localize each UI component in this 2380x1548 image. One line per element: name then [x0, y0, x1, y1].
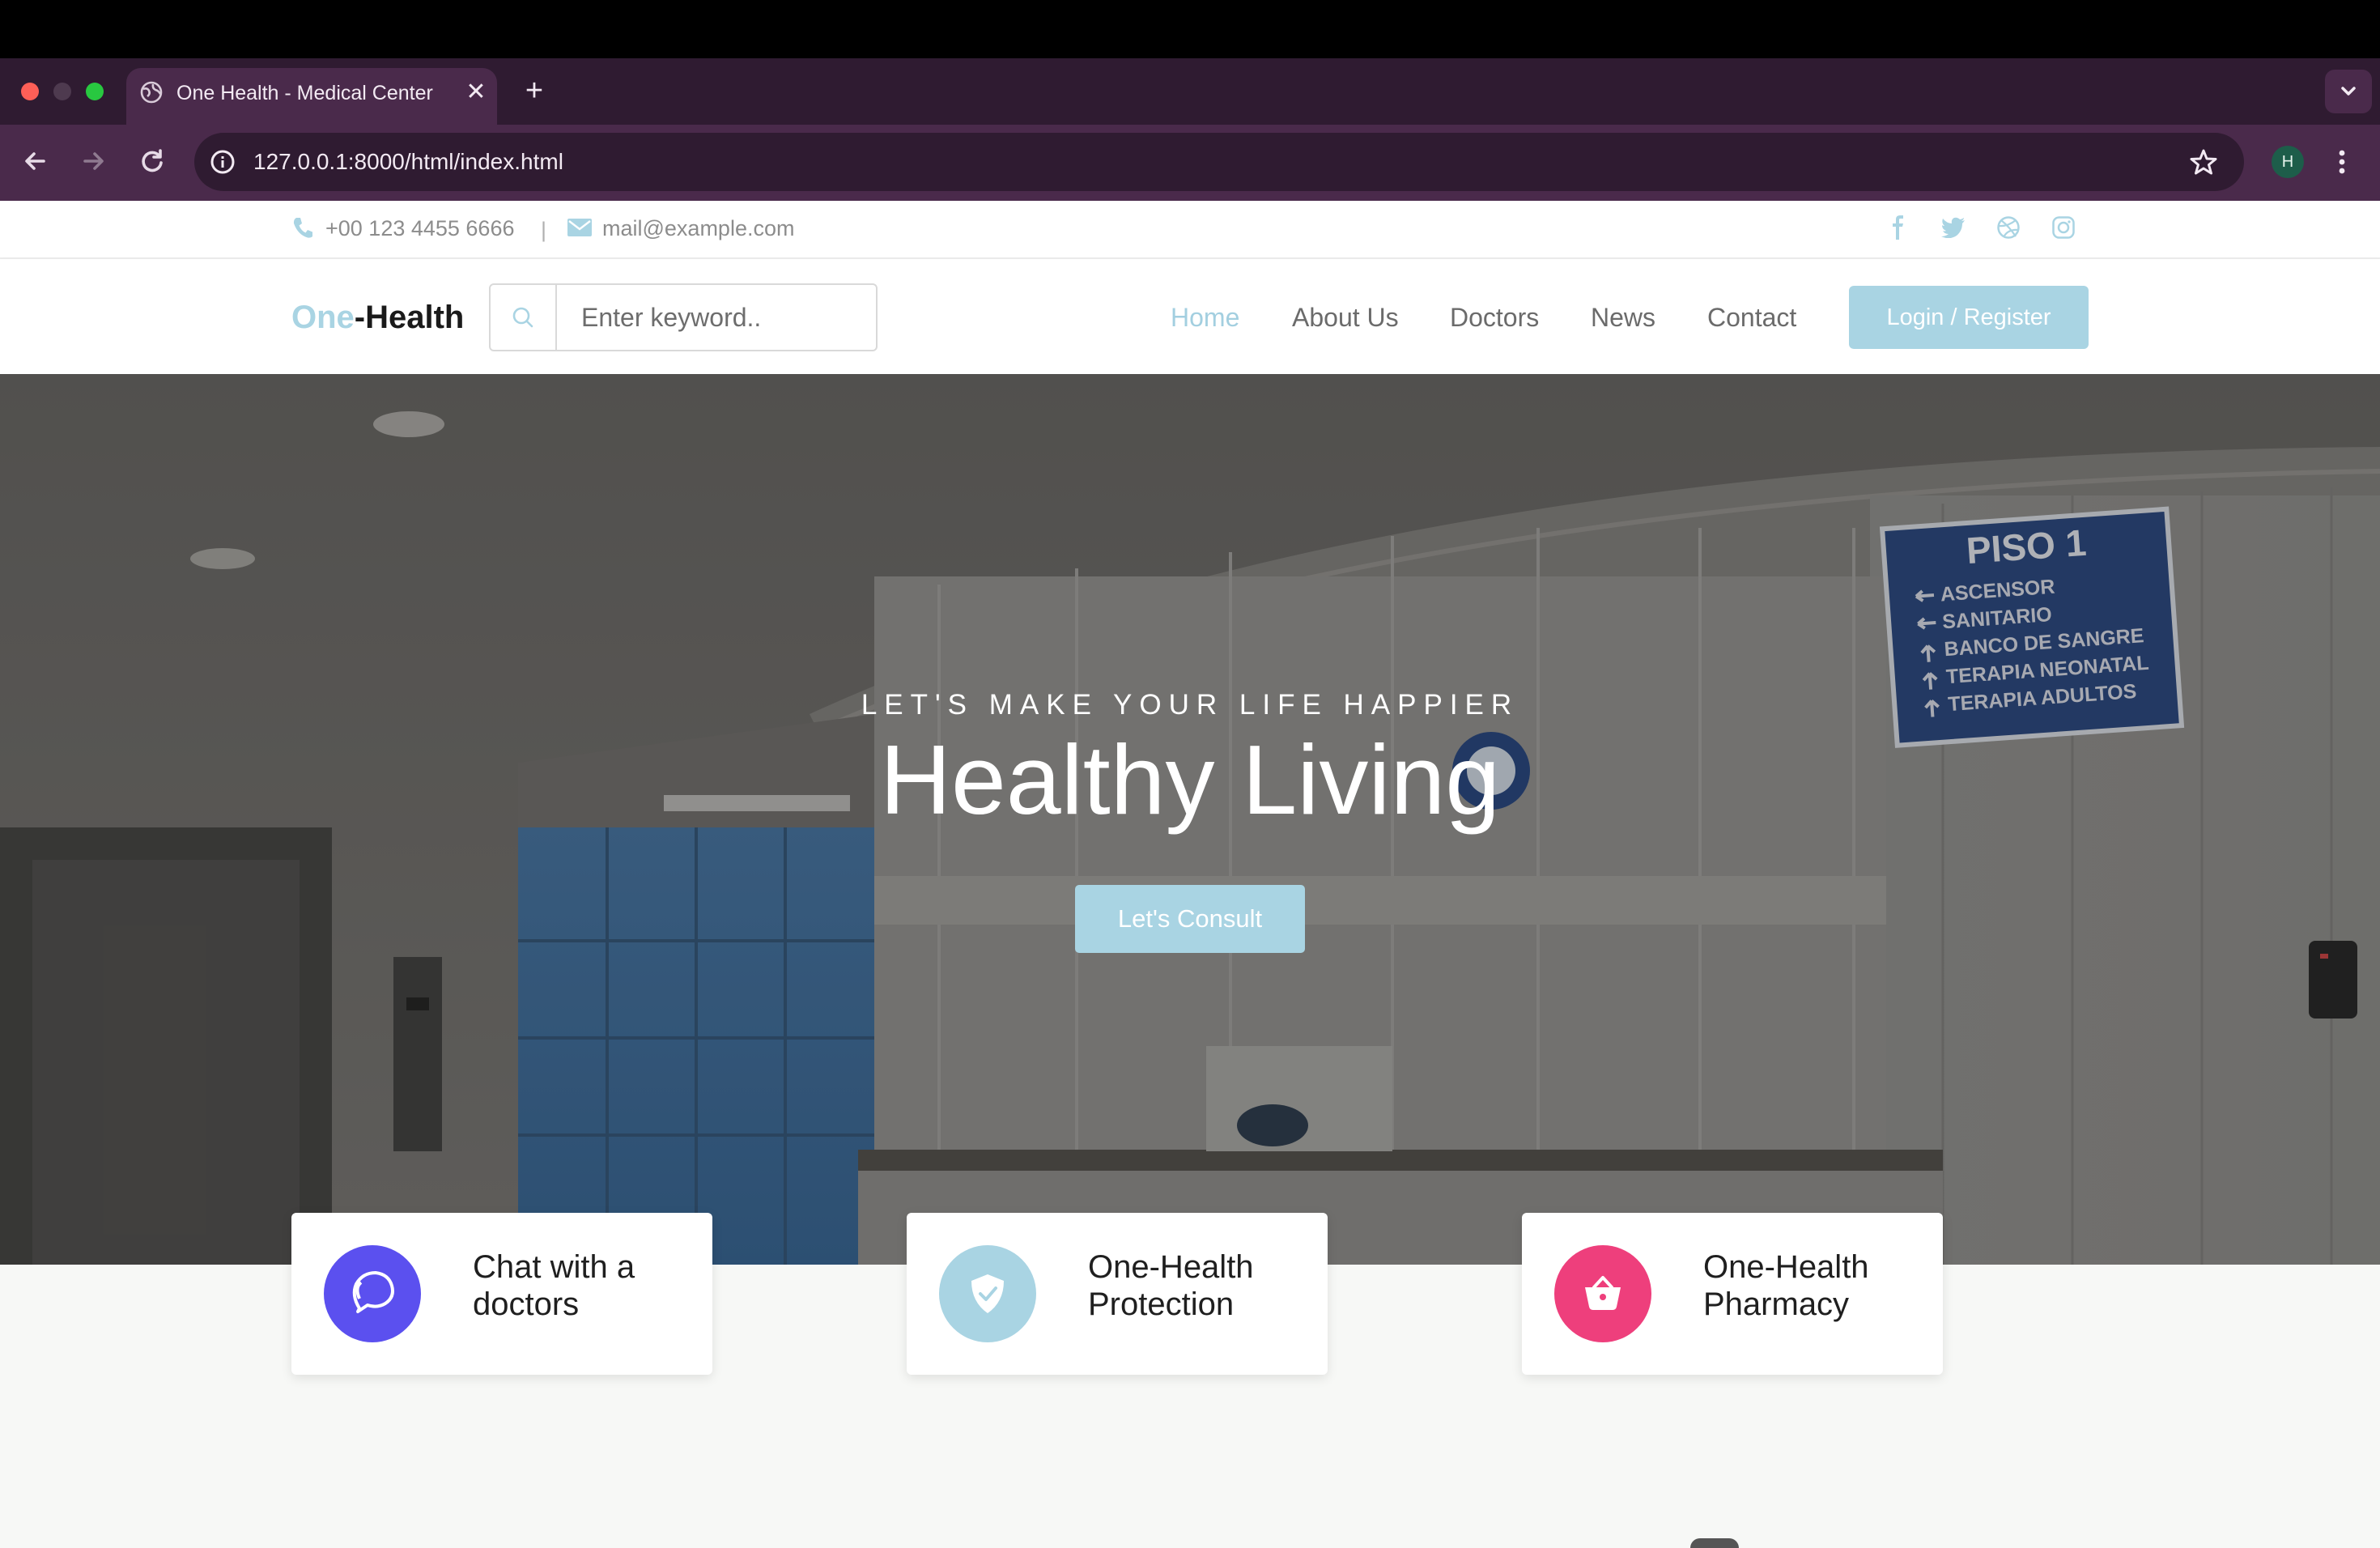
topbar-email[interactable]: mail@example.com — [602, 214, 794, 243]
chevron-down-icon — [2341, 87, 2356, 96]
search-button[interactable] — [491, 285, 557, 350]
back-arrow-icon[interactable] — [18, 143, 53, 179]
hero-title: Healthy Living — [879, 725, 1501, 835]
topbar-phone[interactable]: +00 123 4455 6666 — [325, 214, 514, 243]
profile-avatar[interactable]: H — [2272, 146, 2304, 178]
screen-top-bar — [0, 0, 2380, 58]
url-text[interactable]: 127.0.0.1:8000/html/index.html — [253, 146, 563, 178]
search-icon — [512, 307, 533, 328]
mail-icon — [567, 217, 593, 238]
tab-close-icon[interactable]: ✕ — [461, 78, 491, 107]
section-image-peek — [1690, 1538, 1739, 1548]
hero-subtitle: LET'S MAKE YOUR LIFE HAPPIER — [861, 689, 1519, 721]
logo-part-two: -Health — [354, 300, 465, 335]
chat-icon — [324, 1245, 421, 1342]
facebook-icon[interactable] — [1889, 215, 1906, 240]
bookmark-star-icon[interactable] — [2186, 144, 2221, 180]
site-logo[interactable]: One-Health — [291, 295, 464, 340]
feature-title: One-Health Protection — [1088, 1249, 1254, 1322]
search-input[interactable] — [559, 285, 874, 350]
basket-icon — [1554, 1245, 1651, 1342]
twitter-icon[interactable] — [1941, 217, 1966, 239]
feature-title: Chat with a doctors — [473, 1249, 635, 1322]
nav-home[interactable]: Home — [1171, 298, 1239, 337]
forward-arrow-icon[interactable] — [75, 143, 111, 179]
site-info-icon[interactable] — [206, 145, 240, 179]
shield-check-icon — [939, 1245, 1036, 1342]
globe-icon — [139, 80, 164, 104]
dribbble-icon[interactable] — [1996, 215, 2021, 240]
tab-title: One Health - Medical Center — [176, 82, 433, 104]
reload-icon[interactable] — [134, 143, 170, 179]
nav-doctors[interactable]: Doctors — [1450, 298, 1539, 337]
phone-icon — [291, 215, 314, 240]
topbar-separator: | — [541, 218, 547, 242]
tab-search-button[interactable] — [2325, 70, 2372, 113]
nav-contact[interactable]: Contact — [1707, 298, 1796, 337]
browser-menu-icon[interactable] — [2330, 144, 2354, 180]
close-window-button[interactable] — [21, 83, 39, 100]
login-register-button[interactable]: Login / Register — [1849, 286, 2089, 349]
logo-part-one: One — [291, 300, 355, 335]
minimize-window-button[interactable] — [53, 83, 71, 100]
lets-consult-button[interactable]: Let's Consult — [1075, 885, 1305, 953]
feature-title: One-Health Pharmacy — [1703, 1249, 1869, 1322]
new-tab-icon[interactable]: + — [518, 74, 550, 107]
nav-news[interactable]: News — [1591, 298, 1655, 337]
maximize-window-button[interactable] — [86, 83, 104, 100]
instagram-icon[interactable] — [2051, 215, 2076, 240]
nav-about-us[interactable]: About Us — [1292, 298, 1399, 337]
